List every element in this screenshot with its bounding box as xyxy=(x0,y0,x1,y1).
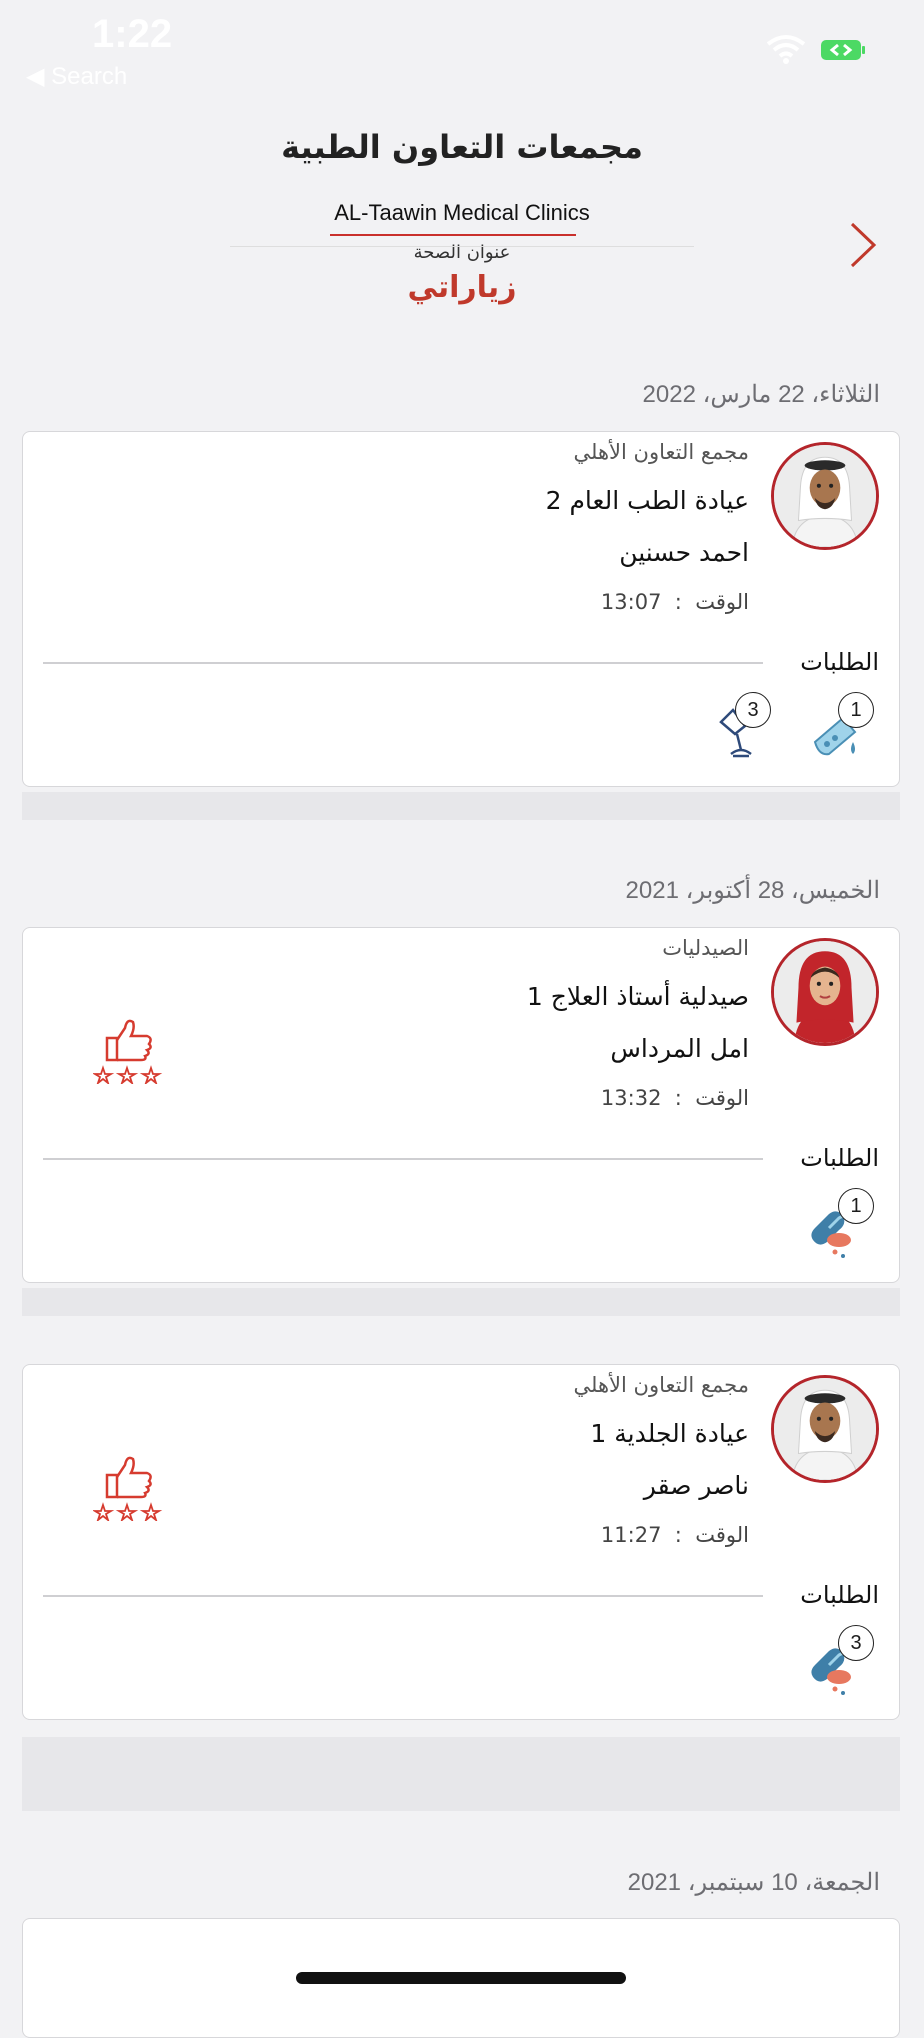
time-label: الوقت xyxy=(695,590,749,614)
logo-arabic-name: مجمعات التعاون الطبية xyxy=(281,128,643,166)
page-title: زياراتي xyxy=(407,270,517,305)
visit-time-row: الوقت : 13:32 xyxy=(600,1086,749,1110)
visit-time: 13:32 xyxy=(600,1086,662,1110)
visit-card[interactable]: مجمع التعاون الأهلي عيادة الطب العام 2 ا… xyxy=(22,431,900,787)
requests-label: الطلبات xyxy=(800,1144,879,1172)
facility-name: الصيدليات xyxy=(662,936,749,960)
clinic-logo: مجمعات التعاون الطبية AL-Taawin Medical … xyxy=(230,128,694,273)
female-doctor-avatar xyxy=(771,938,879,1046)
status-time: 1:22 xyxy=(92,12,173,56)
visit-card[interactable]: مجمع التعاون الأهلي عيادة الجلدية 1 ناصر… xyxy=(22,1364,900,1720)
visit-date: الثلاثاء، 22 مارس، 2022 xyxy=(642,381,880,408)
doctor-name: احمد حسنين xyxy=(619,538,749,567)
requests-divider xyxy=(43,662,763,664)
clinic-name: عيادة الجلدية 1 xyxy=(590,1419,749,1448)
visit-date: الخميس، 28 أكتوبر، 2021 xyxy=(625,877,880,904)
request-count-badge: 3 xyxy=(735,692,771,728)
visit-time: 13:07 xyxy=(600,590,662,614)
chevron-right-icon[interactable] xyxy=(846,220,880,270)
requests-label: الطلبات xyxy=(800,648,879,676)
visit-date: الجمعة، 10 سبتمبر، 2021 xyxy=(627,1869,880,1896)
doctor-name: امل المرداس xyxy=(610,1034,749,1063)
card-separator xyxy=(22,1737,900,1811)
request-count-badge: 3 xyxy=(838,1625,874,1661)
doctor-name: ناصر صقر xyxy=(643,1471,749,1500)
rate-visit-icon[interactable] xyxy=(93,1014,167,1084)
wifi-icon xyxy=(766,35,806,64)
home-indicator[interactable] xyxy=(296,1972,626,1984)
back-to-search-link[interactable]: ◀ Search xyxy=(26,62,127,91)
visit-time: 11:27 xyxy=(600,1523,662,1547)
male-doctor-avatar xyxy=(771,442,879,550)
clinic-name: عيادة الطب العام 2 xyxy=(545,486,749,515)
male-doctor-avatar xyxy=(771,1375,879,1483)
request-count-badge: 1 xyxy=(838,692,874,728)
logo-underline xyxy=(330,234,576,236)
visit-time-row: الوقت : 13:07 xyxy=(600,590,749,614)
visit-card[interactable]: الصيدليات صيدلية أستاذ العلاج 1 امل المر… xyxy=(22,927,900,1283)
rate-visit-icon[interactable] xyxy=(93,1451,167,1521)
requests-label: الطلبات xyxy=(800,1581,879,1609)
facility-name: مجمع التعاون الأهلي xyxy=(573,440,749,464)
facility-name: مجمع التعاون الأهلي xyxy=(573,1373,749,1397)
status-bar: 1:22 ◀ Search xyxy=(0,0,924,100)
card-separator xyxy=(22,792,900,820)
visit-time-row: الوقت : 11:27 xyxy=(600,1523,749,1547)
requests-divider xyxy=(43,1595,763,1597)
clinic-name: صيدلية أستاذ العلاج 1 xyxy=(526,982,749,1011)
battery-icon xyxy=(821,40,865,60)
request-count-badge: 1 xyxy=(838,1188,874,1224)
time-label: الوقت xyxy=(695,1086,749,1110)
requests-divider xyxy=(43,1158,763,1160)
time-label: الوقت xyxy=(695,1523,749,1547)
header-divider xyxy=(230,246,694,247)
header: مجمعات التعاون الطبية AL-Taawin Medical … xyxy=(0,100,924,350)
card-separator xyxy=(22,1288,900,1316)
logo-english-name: AL-Taawin Medical Clinics xyxy=(334,200,590,225)
